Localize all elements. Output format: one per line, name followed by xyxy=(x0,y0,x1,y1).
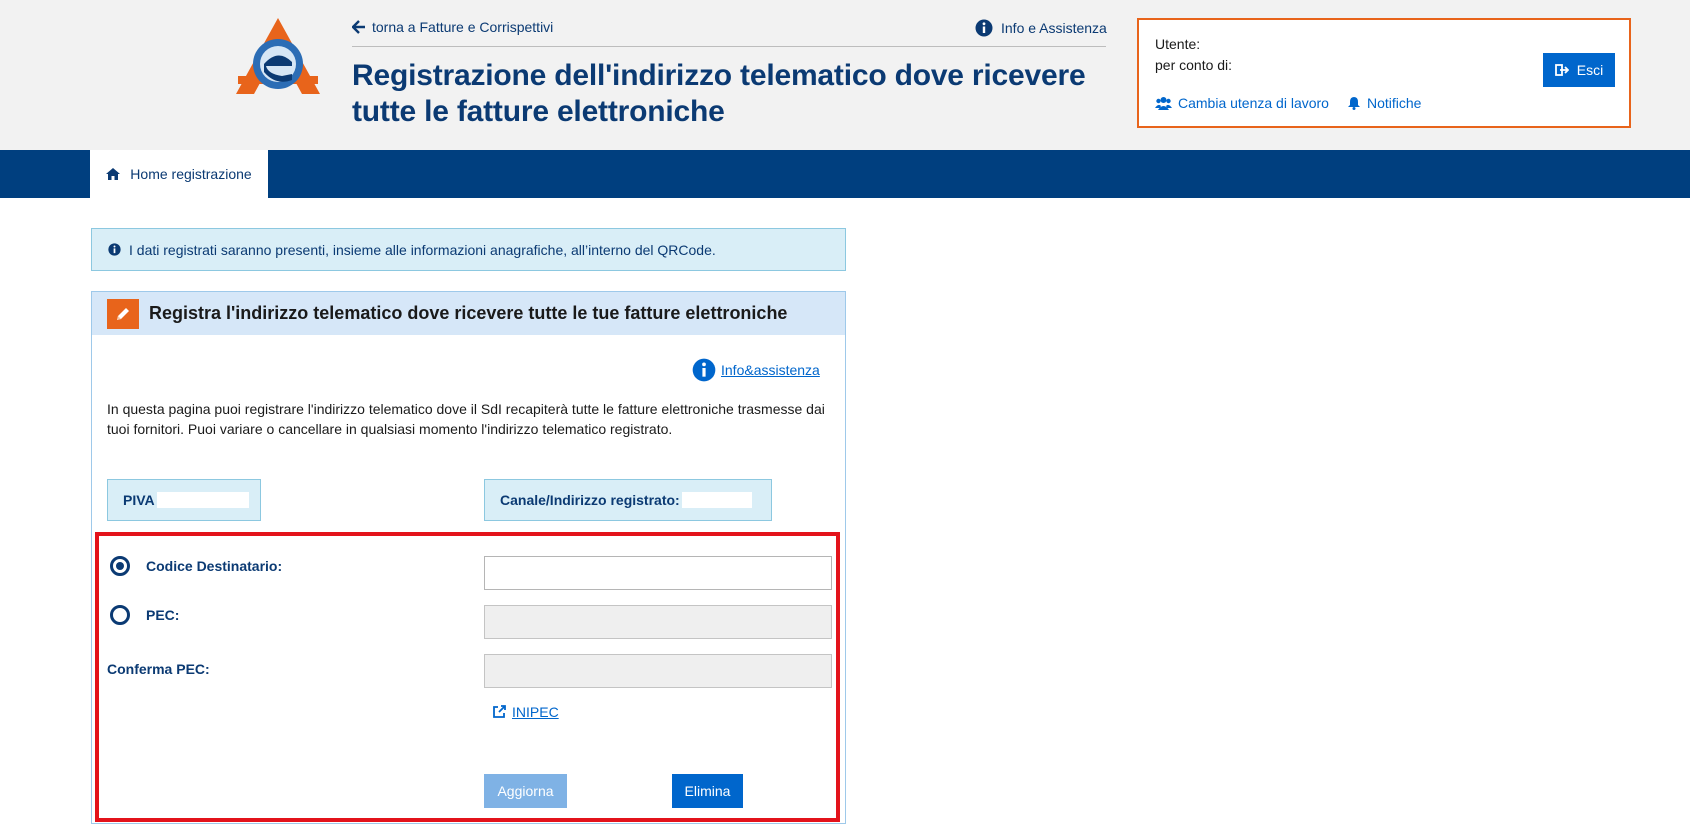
piva-chip: PIVA xyxy=(107,479,261,521)
canale-label: Canale/Indirizzo registrato: xyxy=(500,492,680,508)
piva-value-redacted xyxy=(156,492,249,508)
radio-button-unselected[interactable] xyxy=(110,605,130,625)
canale-chip: Canale/Indirizzo registrato: xyxy=(484,479,772,521)
pec-label: PEC: xyxy=(146,607,180,623)
conferma-pec-input[interactable] xyxy=(484,654,832,688)
users-icon xyxy=(1155,97,1172,110)
bell-icon xyxy=(1347,97,1360,110)
info-circle-icon xyxy=(108,243,121,256)
tab-home-registrazione[interactable]: Home registrazione xyxy=(90,150,268,198)
pencil-icon xyxy=(107,298,139,329)
panel-header: Registra l'indirizzo telematico dove ric… xyxy=(92,292,845,335)
codice-destinatario-input[interactable] xyxy=(484,556,832,590)
site-header: torna a Fatture e Corrispettivi Info e A… xyxy=(0,0,1690,150)
notifiche-link[interactable]: Notifiche xyxy=(1347,95,1421,111)
arrow-left-icon xyxy=(352,20,365,34)
info-assistenza-link[interactable]: Info e Assistenza xyxy=(975,19,1107,37)
pec-input[interactable] xyxy=(484,605,832,639)
qrcode-info-alert: I dati registrati saranno presenti, insi… xyxy=(91,228,846,271)
radio-pec[interactable]: PEC: xyxy=(110,605,179,625)
registration-panel: Registra l'indirizzo telematico dove ric… xyxy=(91,291,846,824)
esci-button[interactable]: Esci xyxy=(1543,53,1615,87)
alert-text: I dati registrati saranno presenti, insi… xyxy=(129,241,716,258)
main-navbar: Home registrazione xyxy=(0,150,1690,198)
piva-label: PIVA xyxy=(123,492,155,508)
page-title: Registrazione dell'indirizzo telematico … xyxy=(352,59,1086,128)
aggiorna-button[interactable]: Aggiorna xyxy=(484,774,567,808)
esci-label: Esci xyxy=(1576,62,1604,78)
info-assistenza-panel-link[interactable]: Info&assistenza xyxy=(692,358,820,382)
elimina-button[interactable]: Elimina xyxy=(672,774,743,808)
tab-home-label: Home registrazione xyxy=(130,166,252,182)
info-assistenza-panel-label: Info&assistenza xyxy=(721,362,820,378)
codice-label: Codice Destinatario: xyxy=(146,558,283,574)
inipec-label: INIPEC xyxy=(512,704,559,720)
info-circle-icon xyxy=(975,19,993,37)
notifiche-label: Notifiche xyxy=(1366,95,1422,111)
agenzia-entrate-logo xyxy=(236,18,320,94)
canale-value-redacted xyxy=(681,492,752,508)
panel-title: Registra l'indirizzo telematico dove ric… xyxy=(149,303,788,323)
sign-out-icon xyxy=(1554,64,1569,76)
back-link-label: torna a Fatture e Corrispettivi xyxy=(372,19,554,35)
home-icon xyxy=(106,168,121,180)
info-circle-icon xyxy=(692,358,716,382)
user-links: Cambia utenza di lavoro Notifiche xyxy=(1155,95,1421,111)
back-to-fatture-link[interactable]: torna a Fatture e Corrispettivi xyxy=(352,19,553,35)
cambia-utenza-label: Cambia utenza di lavoro xyxy=(1178,95,1329,111)
radio-button-selected[interactable] xyxy=(110,556,130,576)
per-conto-label: per conto di: xyxy=(1155,57,1233,73)
conferma-pec-label: Conferma PEC: xyxy=(107,661,210,677)
user-box: Utente: per conto di: Esci Cambia utenza… xyxy=(1137,18,1631,128)
external-link-icon xyxy=(493,705,506,718)
elimina-label: Elimina xyxy=(684,783,731,799)
header-divider xyxy=(352,46,1106,47)
aggiorna-label: Aggiorna xyxy=(497,783,554,799)
cambia-utenza-link[interactable]: Cambia utenza di lavoro xyxy=(1155,95,1329,111)
utente-label: Utente: xyxy=(1155,36,1201,52)
intro-text: In questa pagina puoi registrare l'indir… xyxy=(107,401,825,437)
info-assistenza-label: Info e Assistenza xyxy=(1001,20,1107,36)
inipec-link[interactable]: INIPEC xyxy=(492,704,559,720)
radio-codice-destinatario[interactable]: Codice Destinatario: xyxy=(110,556,282,576)
